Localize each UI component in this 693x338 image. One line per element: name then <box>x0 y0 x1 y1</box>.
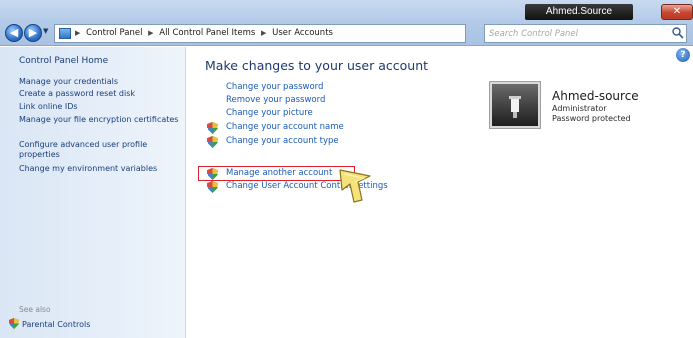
uac-shield-icon <box>207 181 218 193</box>
forward-arrow-icon: ▶ <box>28 26 38 39</box>
user-role: Administrator <box>552 104 607 113</box>
uac-shield-icon <box>207 136 218 148</box>
breadcrumb: ▶ Control Panel ▶ All Control Panel Item… <box>75 25 336 42</box>
recent-pages-dropdown-icon[interactable]: ▼ <box>43 27 48 35</box>
uac-shield-icon <box>207 168 218 180</box>
sidebar-item-file-encryption[interactable]: Manage your file encryption certificates <box>19 115 179 125</box>
uac-shield-icon <box>9 318 19 329</box>
breadcrumb-user-accounts[interactable]: User Accounts <box>272 25 333 42</box>
search-box[interactable] <box>484 24 687 43</box>
sidebar-item-environment-variables[interactable]: Change my environment variables <box>19 164 179 174</box>
task-change-picture[interactable]: Change your picture <box>226 108 313 118</box>
control-panel-icon <box>59 28 71 39</box>
sidebar-item-manage-credentials[interactable]: Manage your credentials <box>19 77 179 87</box>
avatar[interactable] <box>490 82 540 128</box>
close-button[interactable]: ✕ <box>661 4 693 20</box>
back-arrow-icon: ◀ <box>9 26 19 39</box>
breadcrumb-all-items[interactable]: All Control Panel Items <box>159 25 255 42</box>
task-manage-another-account[interactable]: Manage another account <box>226 168 332 178</box>
parental-controls-label: Parental Controls <box>22 320 91 329</box>
breadcrumb-separator-icon[interactable]: ▶ <box>148 25 153 42</box>
sidebar-item-advanced-profile[interactable]: Configure advanced user profile properti… <box>19 140 179 160</box>
sidebar: Control Panel Home Manage your credentia… <box>0 47 186 338</box>
breadcrumb-separator-icon: ▶ <box>75 29 81 37</box>
address-bar[interactable]: ▶ Control Panel ▶ All Control Panel Item… <box>54 24 466 43</box>
window-chrome: Ahmed.Source ✕ ◀ ▶ ▼ ▶ Control Panel ▶ A… <box>0 0 693 46</box>
sidebar-item-control-panel-home[interactable]: Control Panel Home <box>19 56 108 66</box>
forward-button[interactable]: ▶ <box>24 24 42 42</box>
sidebar-item-password-reset-disk[interactable]: Create a password reset disk <box>19 89 179 99</box>
search-icon[interactable] <box>671 26 685 40</box>
user-name: Ahmed-source <box>552 89 639 103</box>
user-picture-icon <box>509 96 521 118</box>
help-icon[interactable]: ? <box>676 48 690 62</box>
window-title: Ahmed.Source <box>525 4 633 20</box>
task-change-password[interactable]: Change your password <box>226 82 323 92</box>
user-password-status: Password protected <box>552 114 631 123</box>
page-title: Make changes to your user account <box>205 58 429 73</box>
sidebar-item-link-online-ids[interactable]: Link online IDs <box>19 102 179 112</box>
task-change-account-name[interactable]: Change your account name <box>226 122 344 132</box>
search-input[interactable] <box>489 27 669 41</box>
back-button[interactable]: ◀ <box>5 24 23 42</box>
sidebar-item-parental-controls[interactable]: Parental Controls <box>9 318 90 329</box>
breadcrumb-control-panel[interactable]: Control Panel <box>86 25 142 42</box>
breadcrumb-separator-icon[interactable]: ▶ <box>261 25 266 42</box>
task-change-account-type[interactable]: Change your account type <box>226 136 339 146</box>
hand-pointer-icon <box>339 169 371 203</box>
task-remove-password[interactable]: Remove your password <box>226 95 325 105</box>
uac-shield-icon <box>207 122 218 134</box>
see-also-heading: See also <box>19 305 51 314</box>
